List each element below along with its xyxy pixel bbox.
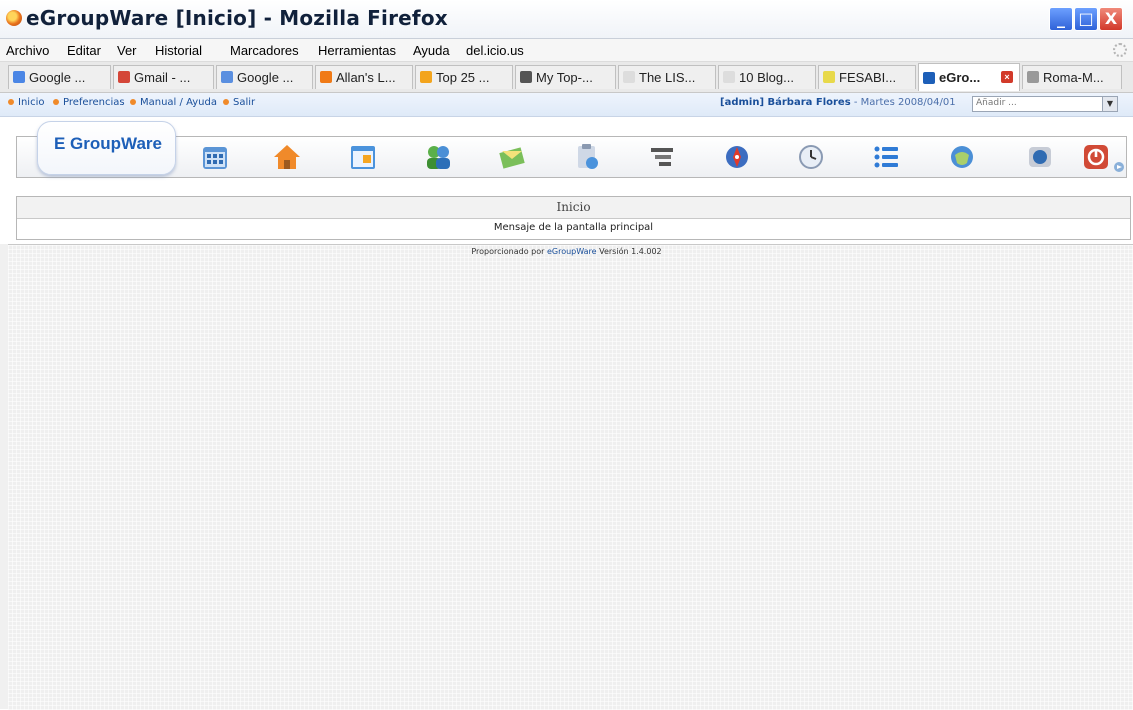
logo-text: E GroupWare [54,134,162,153]
close-icon: X [1104,9,1118,28]
link-inicio[interactable]: Inicio [8,97,44,108]
chevron-down-icon: ▼ [1102,97,1117,111]
tab-label: Google ... [29,70,86,85]
page-title: Inicio [556,200,591,214]
more-apps-icon[interactable] [1113,161,1125,173]
calendar-icon[interactable] [349,143,377,171]
loading-icon [1027,71,1039,83]
wiki-icon[interactable] [948,143,976,171]
bullet-icon [130,99,136,105]
bullet-icon [8,99,14,105]
tab-fesabi[interactable]: FESABI... [818,65,916,89]
link-manual-ayuda[interactable]: Manual / Ayuda [130,97,217,108]
tab-egroupware[interactable]: eGro... × [918,63,1020,91]
add-select-placeholder: Añadir ... [976,98,1017,108]
tab-top25[interactable]: Top 25 ... [415,65,513,89]
page-background [8,244,1133,710]
link-salir[interactable]: Salir [223,97,255,108]
close-button[interactable]: X [1099,7,1123,31]
home-icon[interactable] [273,143,301,171]
footer-egroupware-link[interactable]: eGroupWare [547,247,597,256]
egroupware-icon [923,72,935,84]
menu-editar[interactable]: Editar [67,43,101,58]
maximize-icon: □ [1078,9,1094,28]
bullet-icon [223,99,229,105]
tab-google-2[interactable]: Google ... [216,65,313,89]
infolog-icon[interactable] [573,143,601,171]
tab-mytop[interactable]: My Top-... [515,65,616,89]
window-title: eGroupWare [Inicio] - Mozilla Firefox [26,6,448,30]
tab-close-icon[interactable]: × [1001,71,1013,83]
link-label: Salir [233,97,256,108]
timesheet-icon[interactable] [797,143,825,171]
minimize-button[interactable]: _ [1049,7,1073,31]
tab-label: eGro... [939,70,981,85]
home-panel: Inicio Mensaje de la pantalla principal [16,196,1131,240]
tab-label: My Top-... [536,70,593,85]
footer-version: Versión 1.4.002 [596,247,662,256]
link-label: Preferencias [63,97,125,108]
calendar-grid-icon[interactable] [201,143,229,171]
bullet-icon [53,99,59,105]
menu-historial[interactable]: Historial [155,43,202,58]
menu-ver[interactable]: Ver [117,43,137,58]
page-icon [623,71,635,83]
user-info: [admin] Bárbara Flores - Martes 2008/04/… [720,97,956,108]
tab-gmail[interactable]: Gmail - ... [113,65,214,89]
tab-label: Allan's L... [336,70,396,85]
footer: Proporcionado por eGroupWare Versión 1.4… [0,247,1133,256]
fesabi-icon [823,71,835,83]
menu-delicious[interactable]: del.icio.us [466,43,524,58]
tab-label: Gmail - ... [134,70,191,85]
tab-bar: Google ... Gmail - ... Google ... Allan'… [0,62,1133,93]
tab-thelis[interactable]: The LIS... [618,65,716,89]
google-icon [13,71,25,83]
firefox-logo-icon [6,10,22,26]
window-title-bar: eGroupWare [Inicio] - Mozilla Firefox _ … [0,0,1133,39]
minimize-icon: _ [1057,9,1065,28]
egw-top-links-bar: Inicio Preferencias Manual / Ayuda Salir… [0,93,1133,117]
tab-label: Roma-M... [1043,70,1104,85]
footer-prefix: Proporcionado por [471,247,547,256]
tab-allans[interactable]: Allan's L... [315,65,413,89]
menu-bar: Archivo Editar Ver Historial Marcadores … [0,39,1133,62]
panel-header: Inicio [17,197,1130,219]
sitemgr-icon[interactable] [1026,143,1054,171]
link-label: Inicio [18,97,45,108]
egroupware-logo[interactable]: E GroupWare [37,121,176,175]
menu-marcadores[interactable]: Marcadores [230,43,299,58]
resources-icon[interactable] [723,143,751,171]
email-icon[interactable] [498,143,526,171]
rss-icon [420,71,432,83]
tab-10blog[interactable]: 10 Blog... [718,65,816,89]
tab-label: Google ... [237,70,294,85]
addressbook-icon[interactable] [424,143,452,171]
blogger-icon [320,71,332,83]
tab-label: Top 25 ... [436,70,490,85]
menu-herramientas[interactable]: Herramientas [318,43,396,58]
menu-ayuda[interactable]: Ayuda [413,43,450,58]
tab-label: FESABI... [839,70,897,85]
link-label: Manual / Ayuda [140,97,217,108]
maximize-button[interactable]: □ [1074,7,1098,31]
current-date: - Martes 2008/04/01 [850,97,956,108]
tab-roma[interactable]: Roma-M... [1022,65,1122,89]
gmail-icon [118,71,130,83]
menu-archivo[interactable]: Archivo [6,43,49,58]
page-icon [723,71,735,83]
list-icon[interactable] [872,143,900,171]
tab-label: 10 Blog... [739,70,794,85]
home-message: Mensaje de la pantalla principal [493,222,654,233]
user-name: [admin] Bárbara Flores [720,97,851,108]
projects-icon[interactable] [648,143,676,171]
tab-google-1[interactable]: Google ... [8,65,111,89]
throbber-icon [1113,43,1127,57]
link-preferencias[interactable]: Preferencias [53,97,125,108]
google-calendar-icon [221,71,233,83]
wordpress-icon [520,71,532,83]
tab-label: The LIS... [639,70,696,85]
logout-icon[interactable] [1082,143,1110,171]
add-select[interactable]: Añadir ... ▼ [972,96,1118,112]
